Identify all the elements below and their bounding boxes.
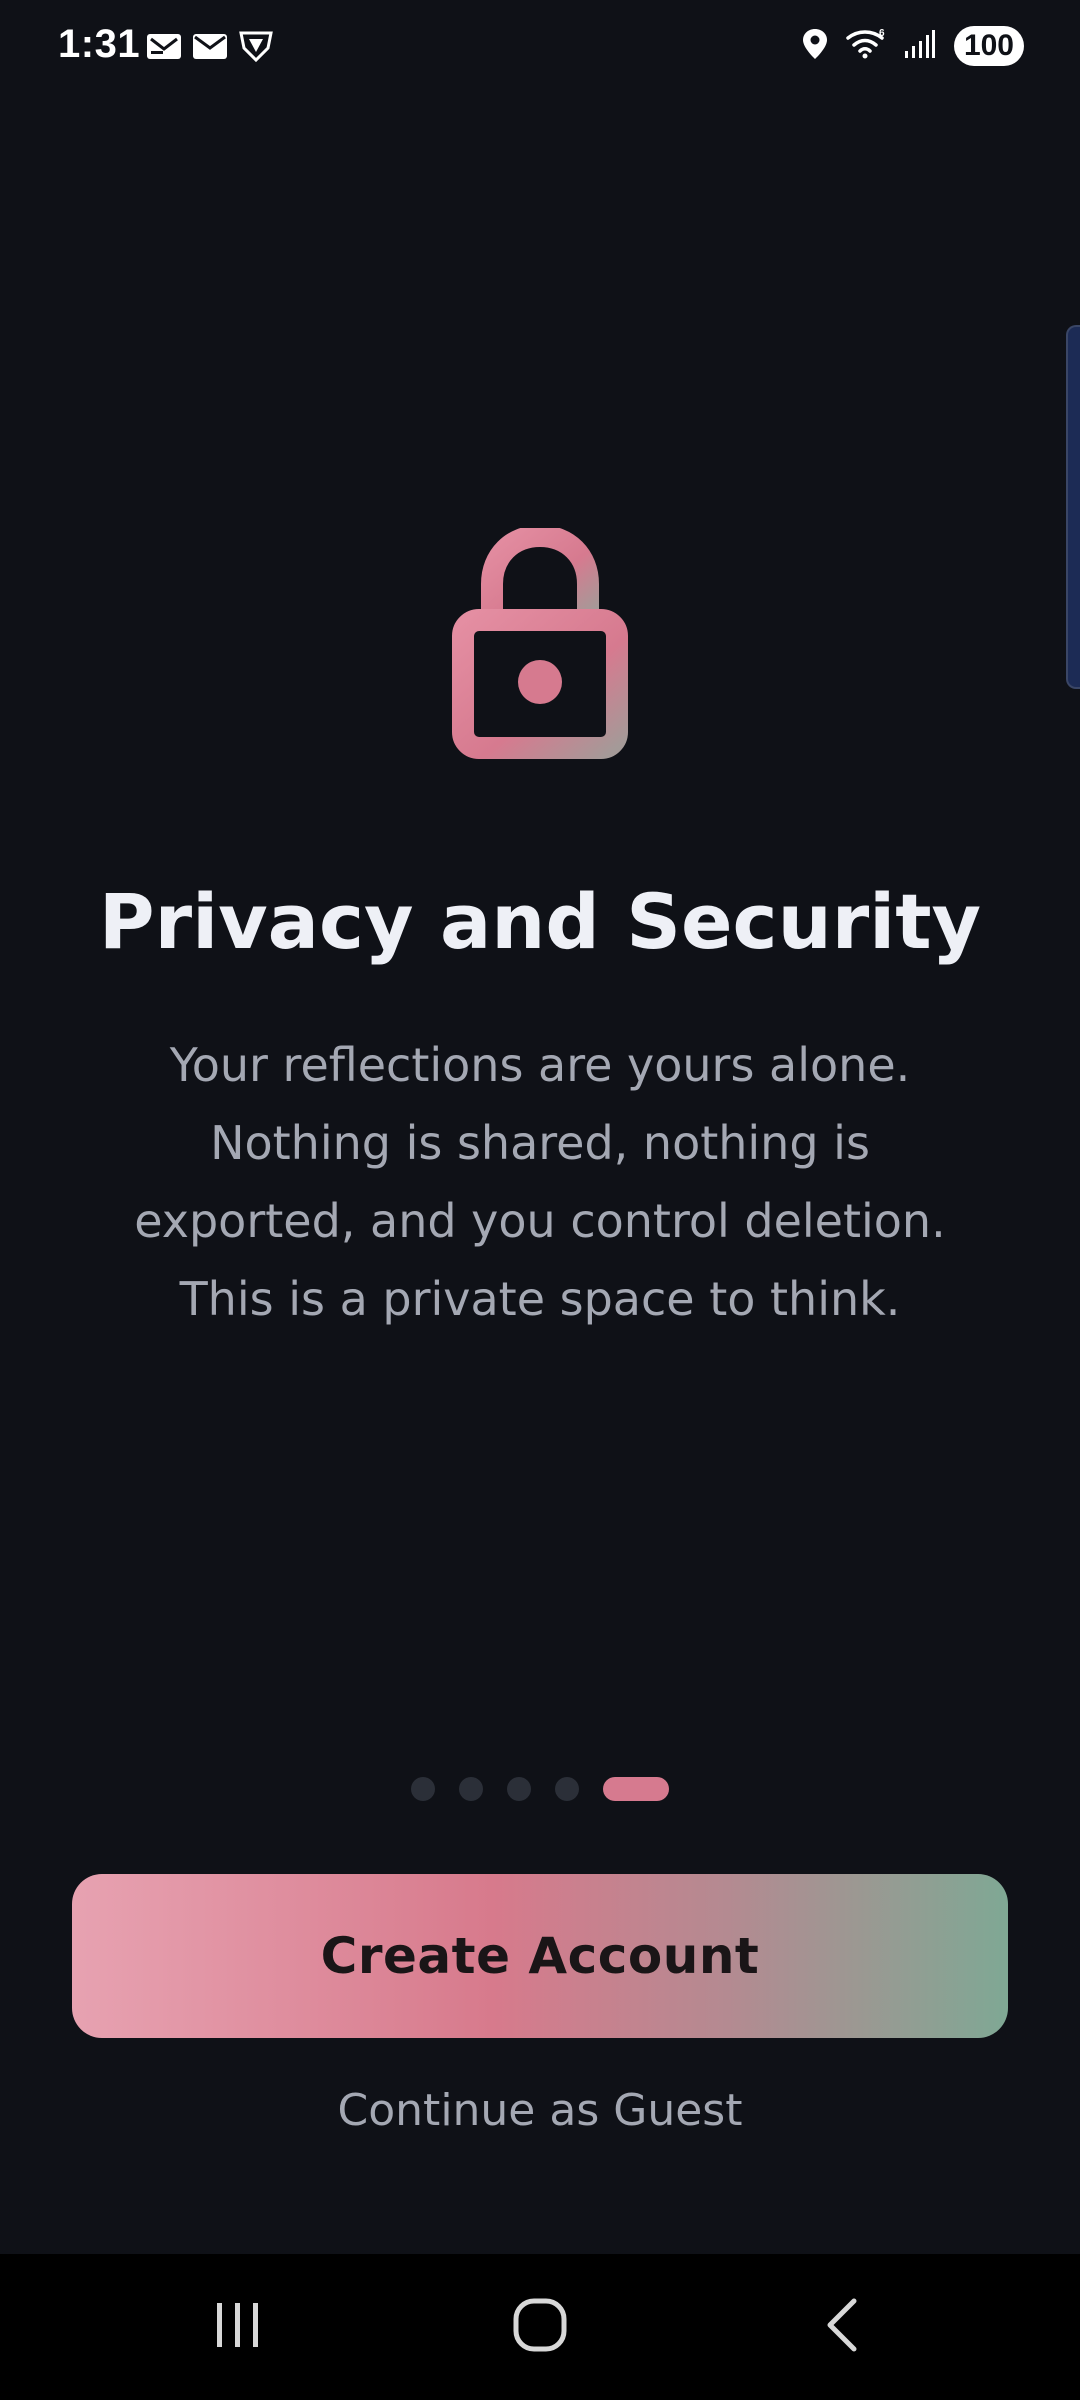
lock-icon (450, 524, 630, 760)
home-icon (512, 2297, 568, 2357)
location-icon (802, 28, 828, 64)
onboarding-screen: 1:31 6 100 Privacy and Security Your ref… (0, 0, 1080, 2400)
system-icons: 6 100 (802, 26, 1024, 66)
status-bar: 1:31 6 100 (0, 0, 1080, 96)
back-button[interactable] (742, 2254, 942, 2400)
mail-icon (146, 31, 182, 65)
battery-indicator: 100 (953, 26, 1024, 66)
description-line: Nothing is shared, nothing is (210, 1116, 870, 1170)
wifi-icon: 6 (846, 28, 886, 64)
notification-icons (146, 30, 274, 66)
continue-as-guest-link[interactable]: Continue as Guest (0, 2076, 1080, 2146)
system-navigation-bar (0, 2254, 1080, 2400)
page-dot-4[interactable] (555, 1777, 579, 1801)
home-button[interactable] (440, 2254, 640, 2400)
page-dot-2[interactable] (459, 1777, 483, 1801)
mail-icon (192, 31, 228, 65)
edge-panel-handle[interactable] (1066, 325, 1080, 689)
description-line: exported, and you control deletion. (134, 1194, 946, 1248)
slide-description: Your reflections are yours alone. Nothin… (100, 1026, 980, 1338)
description-line: Your reflections are yours alone. (169, 1038, 911, 1092)
vpn-shield-icon (238, 30, 274, 66)
svg-text:6: 6 (879, 28, 885, 39)
slide-title: Privacy and Security (98, 877, 982, 966)
page-dot-3[interactable] (507, 1777, 531, 1801)
recents-button[interactable] (138, 2254, 338, 2400)
create-account-button[interactable]: Create Account (72, 1874, 1008, 2038)
description-line: This is a private space to think. (179, 1272, 901, 1326)
status-time: 1:31 (58, 22, 141, 66)
back-icon (822, 2297, 862, 2357)
recents-icon (213, 2299, 263, 2355)
signal-icon (904, 29, 936, 63)
page-dot-5-active[interactable] (603, 1777, 669, 1801)
page-dot-1[interactable] (411, 1777, 435, 1801)
page-indicator (0, 1777, 1080, 1801)
